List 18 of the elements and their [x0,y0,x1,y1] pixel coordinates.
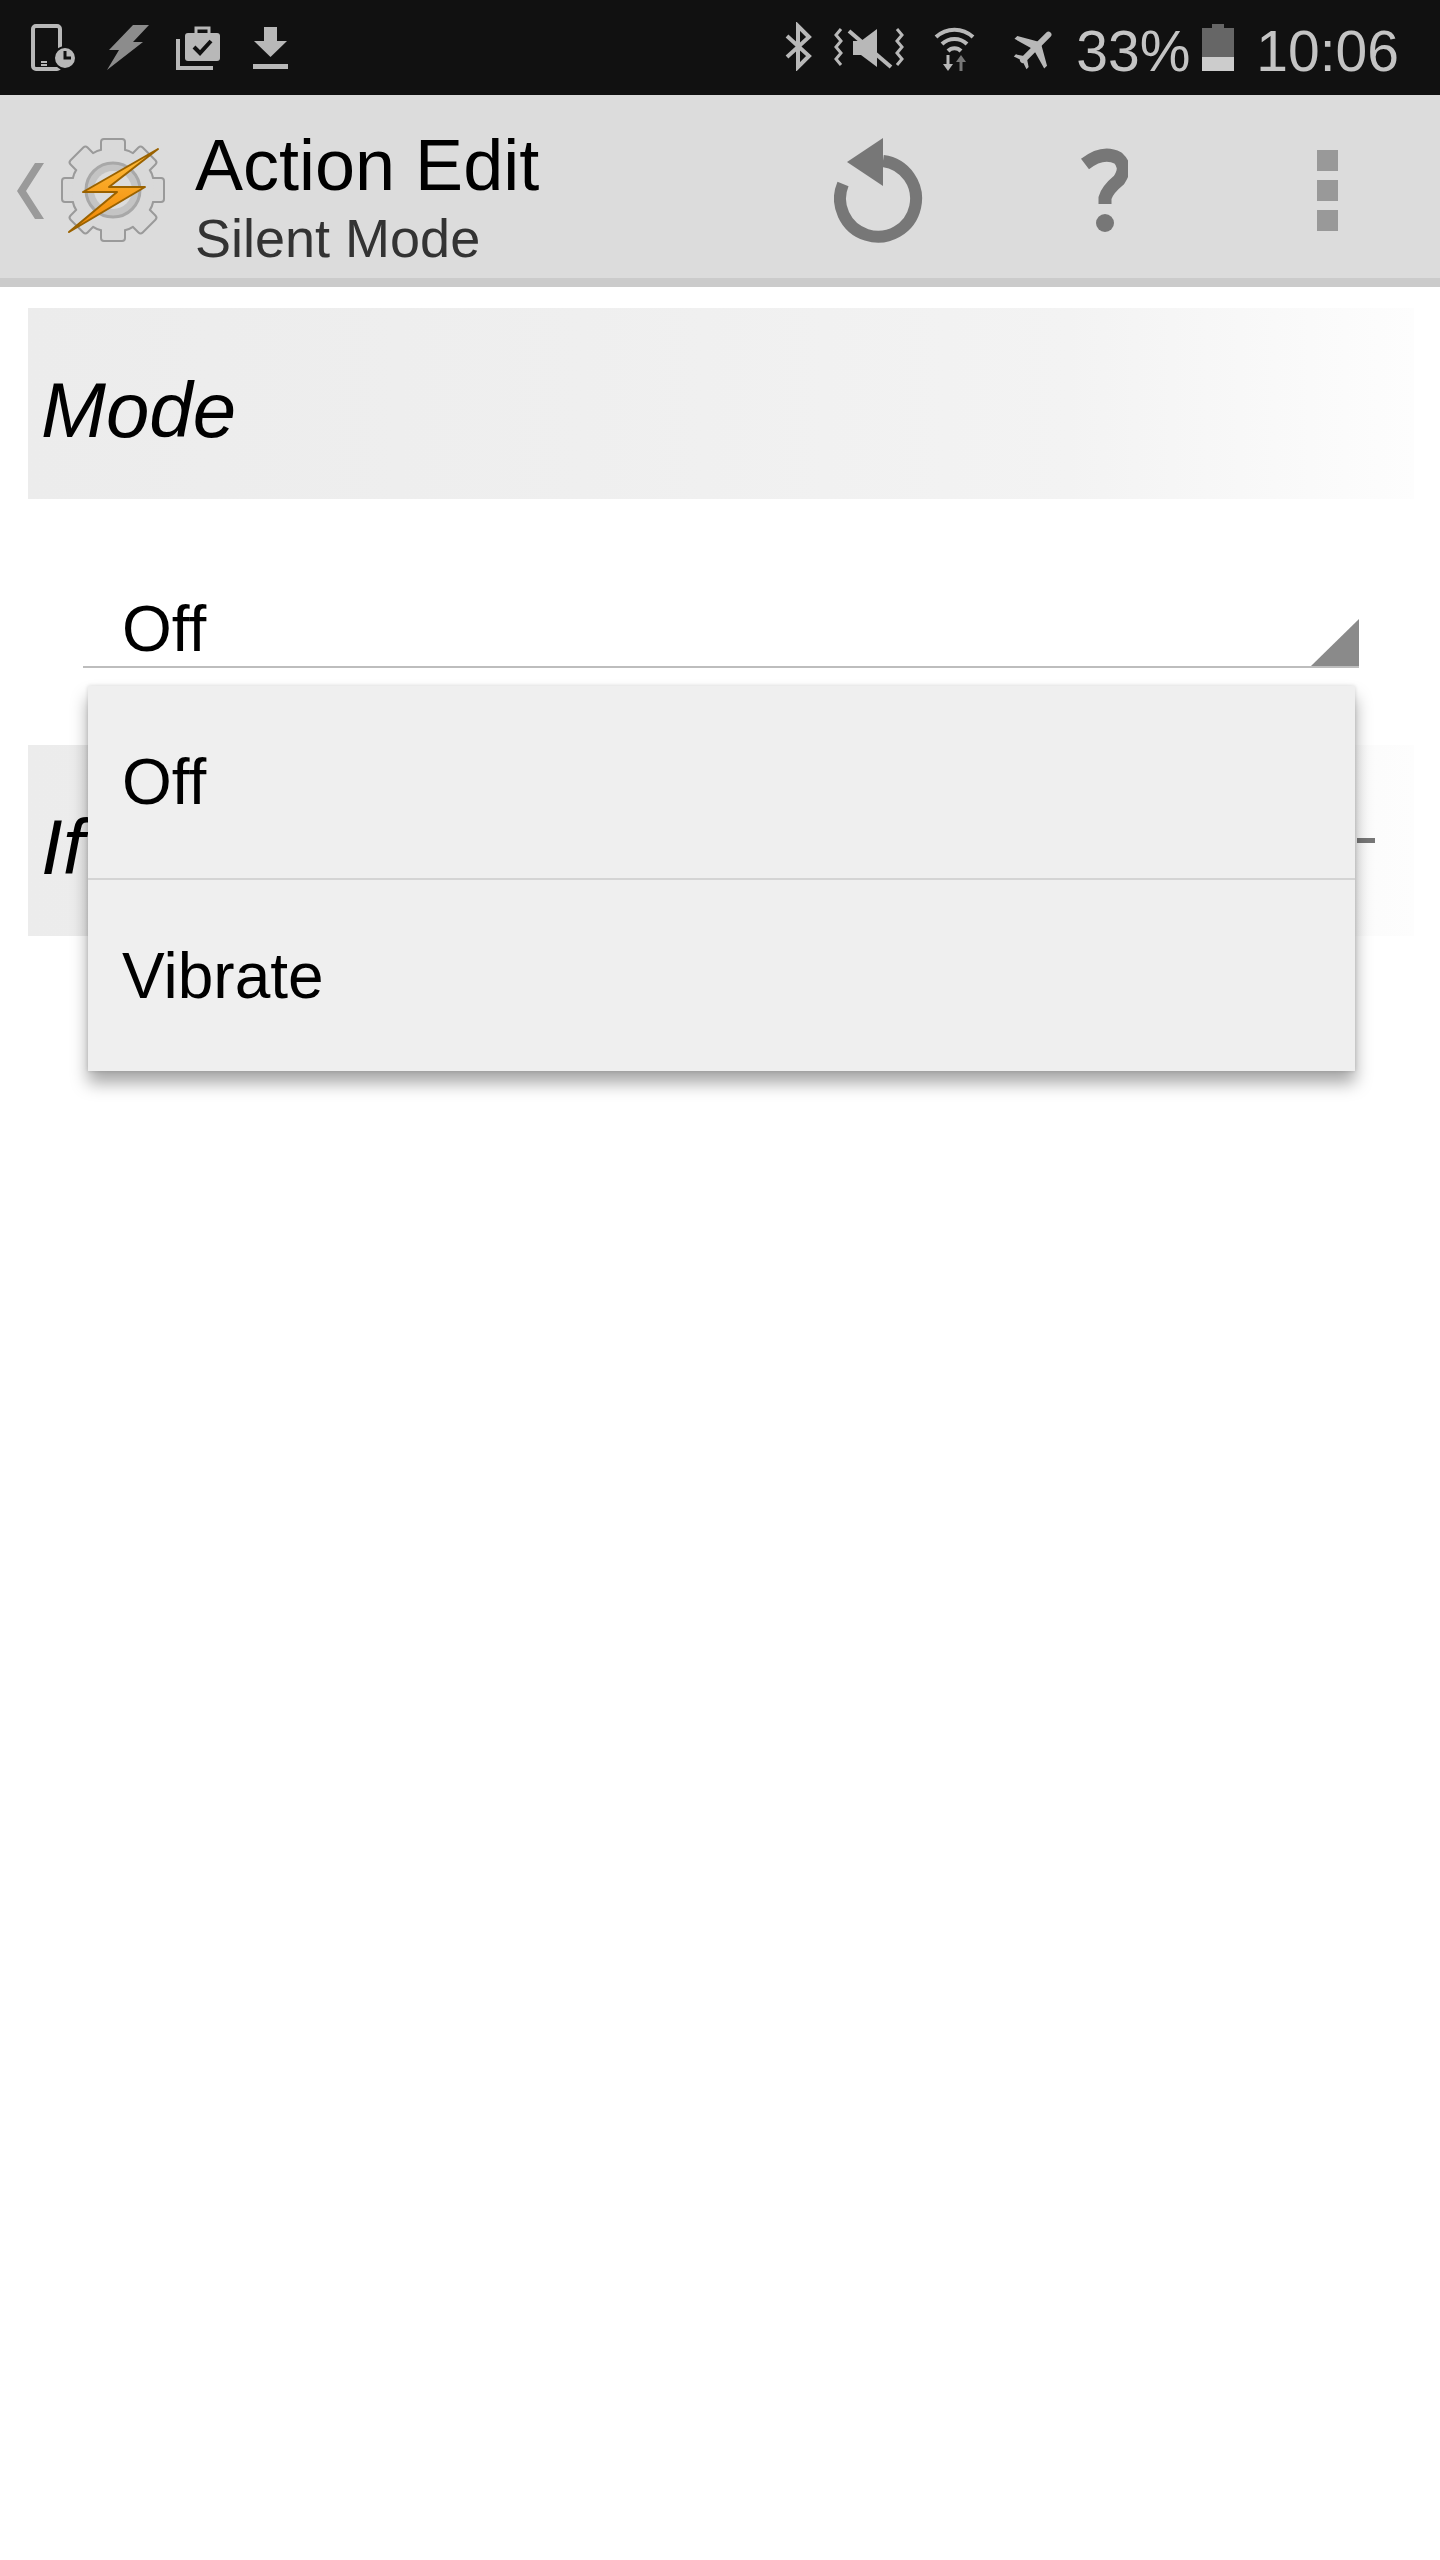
briefcase-check-icon [175,25,222,70]
overflow-menu-icon[interactable] [1317,150,1338,231]
caret-icon [1311,619,1359,666]
dash-icon [1357,838,1375,843]
dropdown-option[interactable]: Vibrate [88,878,1355,1071]
help-icon[interactable] [1079,148,1128,233]
dropdown-field[interactable]: Off [83,592,1359,668]
back-icon[interactable] [17,162,44,219]
clock-time: 10:06 [1256,20,1399,81]
section-title: Mode [41,364,237,455]
tablet-clock-icon [31,24,78,71]
battery-icon [1202,24,1235,71]
download-icon [253,26,288,69]
screen-subtitle: Silent Mode [195,208,481,268]
dropdown-option[interactable]: Off [88,686,1355,878]
battery-percent: 33% [1076,20,1191,81]
refresh-icon[interactable] [834,137,924,244]
screen-title: Action Edit [195,129,540,201]
